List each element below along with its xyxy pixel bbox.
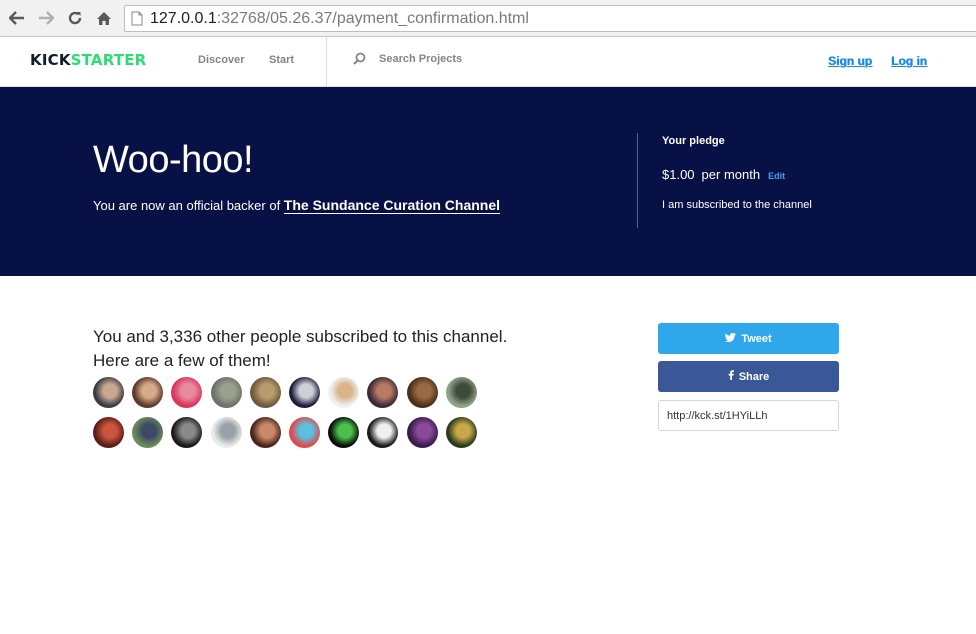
login-link[interactable]: Log in [891, 54, 927, 68]
subscription-status: I am subscribed to the channel [662, 199, 812, 211]
header-divider [326, 37, 327, 87]
backer-avatar[interactable] [210, 417, 242, 448]
backer-avatar[interactable] [210, 377, 242, 408]
nav-start[interactable]: Start [269, 54, 294, 66]
backer-avatar[interactable] [328, 377, 360, 408]
backer-avatar[interactable] [249, 377, 281, 408]
backer-avatar[interactable] [93, 417, 124, 448]
forward-icon[interactable] [35, 7, 57, 29]
home-icon[interactable] [93, 7, 115, 29]
page-icon [131, 11, 143, 31]
backer-avatar[interactable] [171, 377, 203, 408]
twitter-icon [725, 332, 737, 345]
tweet-button[interactable]: Tweet [658, 323, 839, 354]
reload-icon[interactable] [64, 7, 86, 29]
site-header: KICKSTARTER Discover Start Search Projec… [0, 37, 976, 87]
backer-avatar[interactable] [289, 417, 320, 448]
backer-avatar[interactable] [132, 417, 164, 448]
backer-avatar[interactable] [367, 417, 399, 448]
pledge-amount: $1.00 per month Edit [662, 167, 786, 182]
backer-message: You are now an official backer of The Su… [93, 197, 501, 214]
signup-link[interactable]: Sign up [828, 54, 872, 68]
backer-avatar[interactable] [406, 377, 438, 408]
hero-divider [637, 133, 638, 228]
share-link-field[interactable] [658, 400, 839, 431]
backer-avatar[interactable] [132, 377, 164, 408]
facebook-share-button[interactable]: Share [658, 361, 839, 392]
page-title: Woo-hoo! [93, 139, 254, 181]
backer-avatar[interactable] [445, 417, 477, 448]
confirmation-hero: Woo-hoo! You are now an official backer … [0, 87, 976, 276]
edit-pledge-link[interactable]: Edit [768, 171, 785, 181]
search-input[interactable]: Search Projects [379, 53, 462, 65]
back-icon[interactable] [6, 7, 28, 29]
backer-avatar[interactable] [367, 377, 399, 408]
pledge-label: Your pledge [662, 135, 725, 147]
backer-avatar[interactable] [328, 417, 360, 448]
address-bar[interactable]: 127.0.0.1:32768/05.26.37/payment_confirm… [124, 5, 976, 32]
address-text: 127.0.0.1:32768/05.26.37/payment_confirm… [150, 10, 529, 27]
browser-toolbar: 127.0.0.1:32768/05.26.37/payment_confirm… [0, 0, 976, 37]
kickstarter-logo[interactable]: KICKSTARTER [30, 51, 146, 69]
nav-discover[interactable]: Discover [198, 54, 244, 66]
backer-avatar[interactable] [406, 417, 438, 448]
facebook-icon [728, 370, 734, 383]
search-icon[interactable] [353, 52, 366, 70]
backer-avatar[interactable] [445, 377, 477, 408]
backer-avatar[interactable] [289, 377, 320, 408]
backer-avatar[interactable] [171, 417, 203, 448]
backer-avatar[interactable] [93, 377, 124, 408]
backers-summary: You and 3,336 other people subscribed to… [93, 327, 508, 370]
project-link[interactable]: The Sundance Curation Channel [283, 197, 501, 214]
backer-avatar[interactable] [249, 417, 281, 448]
